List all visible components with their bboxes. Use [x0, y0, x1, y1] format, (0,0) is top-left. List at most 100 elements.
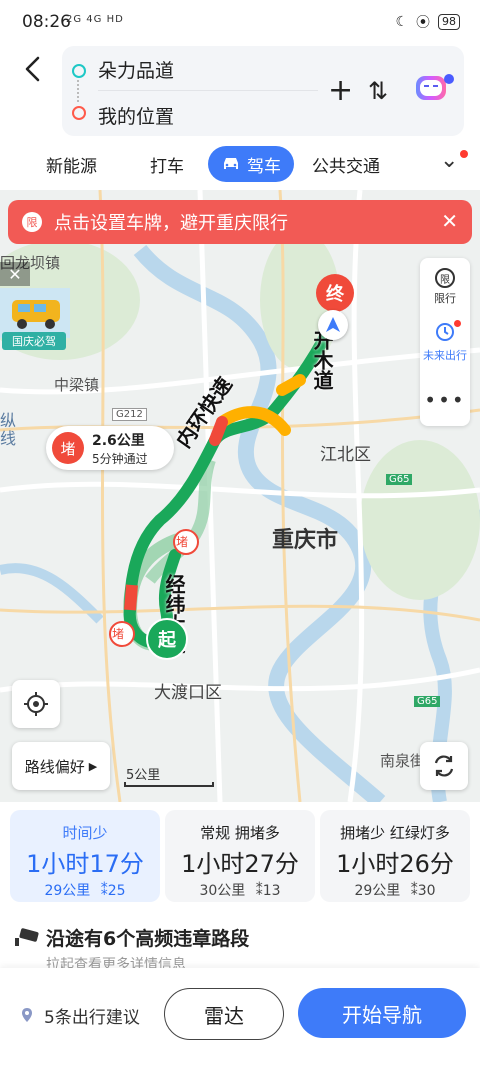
my-location-marker [318, 310, 348, 340]
route-meta: 29公里 ⁑30 [320, 880, 470, 900]
jam-time: 5分钟通过 [92, 452, 148, 466]
map-label: 大渡口区 [154, 683, 222, 703]
origin-pin[interactable]: 起 [146, 618, 188, 660]
map-view[interactable]: 回龙坝镇 中梁镇 纵线 G212 江北区 G65 重庆市 大渡口区 G65 南泉… [0, 190, 480, 802]
origin-dot-icon [72, 64, 86, 78]
map-canvas [0, 190, 480, 802]
status-right: ☾ ⦿ 98 [395, 12, 460, 32]
jam-distance: 2.6公里 [92, 433, 145, 449]
add-waypoint-button[interactable]: + [328, 76, 353, 106]
map-label: 南泉街 [380, 752, 426, 770]
route-tag: 时间少 [62, 824, 108, 842]
plus-icon: + [328, 73, 354, 108]
navigation-arrow-icon [326, 317, 340, 332]
radar-button[interactable]: 雷达 [164, 988, 284, 1040]
more-icon[interactable]: ••• [420, 388, 470, 412]
route-option-card[interactable]: 时间少 1小时17分 29公里 ⁑25 [10, 810, 160, 902]
route-tag: 拥堵少 红绿灯多 [340, 824, 450, 842]
route-duration: 1小时26分 [336, 850, 454, 878]
swap-icon: ⇅ [368, 77, 389, 105]
jam-marker[interactable]: 堵 [112, 625, 124, 642]
road-shield: G212 [112, 408, 147, 421]
status-time: 08:26 [22, 12, 71, 32]
destination-pin-label: 终 [326, 284, 344, 305]
map-label: 重庆市 [272, 528, 339, 553]
destination-field[interactable]: 朵力品道 [98, 56, 174, 83]
route-preference-button[interactable]: 路线偏好 ▶ [12, 742, 110, 790]
violation-info[interactable]: 沿途有6个高频违章路段 拉起查看更多详情信息 [0, 912, 480, 973]
route-lights: 13 [262, 883, 281, 899]
tab-drive-label: 驾车 [247, 156, 281, 177]
route-meta: 29公里 ⁑25 [10, 880, 160, 900]
destination-pin[interactable]: 终 [316, 274, 354, 312]
close-icon: ✕ [8, 264, 22, 284]
triangle-right-icon: ▶ [88, 759, 98, 773]
future-travel-label: 未来出行 [423, 349, 467, 362]
tab-drive[interactable]: 驾车 [208, 146, 294, 182]
route-options: 时间少 1小时17分 29公里 ⁑25 常规 拥堵多 1小时27分 30公里 ⁑… [0, 802, 480, 902]
banner-text: 点击设置车牌，避开重庆限行 [54, 213, 288, 234]
road-shield: G65 [414, 696, 441, 707]
back-button[interactable] [18, 54, 48, 84]
restriction-button[interactable]: 限 限行 [420, 268, 470, 306]
route-option-card[interactable]: 常规 拥堵多 1小时27分 30公里 ⁑13 [165, 810, 315, 902]
map-side-panel: 限 限行 未来出行 ••• [420, 258, 470, 426]
moon-icon: ☾ [395, 14, 408, 30]
route-duration: 1小时17分 [26, 850, 144, 878]
start-navigation-button[interactable]: 开始导航 [298, 988, 466, 1038]
start-navigation-label: 开始导航 [342, 1002, 422, 1027]
chevron-down-icon[interactable]: ⌄ [440, 148, 458, 173]
tab-new-energy[interactable]: 新能源 [46, 152, 97, 177]
origin-pin-label: 起 [158, 630, 176, 651]
route-duration: 1小时27分 [181, 850, 299, 878]
scale-label: 5公里 [126, 768, 161, 783]
route-distance: 29公里 [354, 883, 401, 899]
route-option-card[interactable]: 拥堵少 红绿灯多 1小时26分 29公里 ⁑30 [320, 810, 470, 902]
future-travel-button[interactable]: 未来出行 [420, 320, 470, 363]
network-indicator: 2G 4G HD [66, 14, 124, 25]
route-connector [77, 80, 80, 102]
road-shield: G65 [386, 474, 413, 485]
close-icon[interactable]: ✕ [441, 209, 458, 233]
route-input-box: 朵力品道 我的位置 + ⇅ [62, 46, 464, 136]
swap-button[interactable]: ⇅ [368, 76, 388, 106]
chevron-left-icon [25, 56, 40, 82]
restriction-label: 限行 [434, 292, 456, 305]
promo-close-button[interactable]: ✕ [0, 262, 30, 286]
car-icon [224, 158, 238, 169]
traffic-light-icon: ⁑ [255, 883, 263, 899]
jam-marker[interactable]: 堵 [176, 533, 188, 550]
violation-title: 沿途有6个高频违章路段 [46, 928, 250, 950]
destination-dot-icon [72, 106, 86, 120]
route-preference-label: 路线偏好 [24, 757, 85, 776]
traffic-light-icon: ⁑ [100, 883, 108, 899]
route-distance: 29公里 [44, 883, 91, 899]
jam-badge: 堵 [52, 432, 84, 464]
traffic-light-icon: ⁑ [410, 883, 418, 899]
refresh-button[interactable] [420, 742, 468, 790]
map-label: 江北区 [320, 445, 371, 465]
locate-button[interactable] [12, 680, 60, 728]
clock-icon [436, 323, 454, 341]
location-icon: ⦿ [416, 15, 430, 31]
route-lights: 25 [107, 883, 126, 899]
map-label: 中梁镇 [54, 376, 100, 394]
transport-tabs: 新能源 打车 驾车 公共交通 ⌄ [0, 142, 480, 188]
camera-icon [15, 928, 39, 946]
crosshair-icon [24, 692, 48, 716]
map-label: 纵线 [0, 411, 17, 448]
jam-info-card[interactable]: 堵 2.6公里 5分钟通过 [46, 426, 174, 470]
red-dot-badge [460, 150, 468, 158]
plate-restriction-banner[interactable]: 限 点击设置车牌，避开重庆限行 ✕ [8, 200, 472, 244]
tab-taxi[interactable]: 打车 [150, 152, 184, 177]
route-distance: 30公里 [199, 883, 246, 899]
refresh-icon [434, 755, 454, 777]
notification-dot [444, 74, 454, 84]
route-lights: 30 [417, 883, 436, 899]
travel-suggestions[interactable]: 5条出行建议 [44, 1003, 140, 1028]
location-pin-icon [22, 1008, 32, 1022]
assistant-robot-icon [424, 85, 438, 87]
promo-label: 国庆必驾 [2, 332, 66, 350]
tab-public-transit[interactable]: 公共交通 [312, 152, 380, 177]
origin-field[interactable]: 我的位置 [98, 102, 174, 129]
